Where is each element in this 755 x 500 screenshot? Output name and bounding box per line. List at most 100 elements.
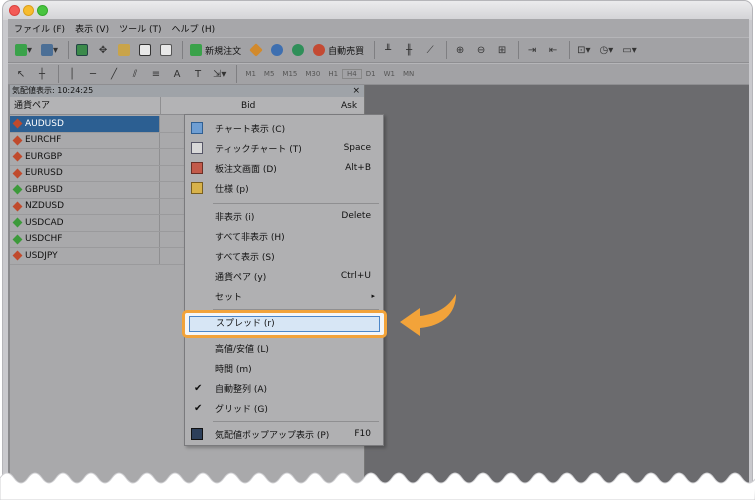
indicators-button[interactable]: ⊡▾	[574, 41, 593, 59]
menu-item-show-chart[interactable]: チャート表示 (C)	[185, 118, 383, 138]
symbol-name: EURUSD	[25, 168, 63, 179]
menu-item-depth-of-market[interactable]: 板注文画面 (D) Alt+B	[185, 158, 383, 178]
timeframe-m5[interactable]: M5	[260, 70, 279, 78]
menu-item-hide-all[interactable]: すべて非表示 (H)	[185, 226, 383, 246]
menu-item-show-all[interactable]: すべて表示 (S)	[185, 246, 383, 266]
menu-item-tick-chart[interactable]: ティックチャート (T) Space	[185, 138, 383, 158]
menu-item-spread[interactable]: スプレッド (r)	[189, 316, 380, 332]
timeframe-m30[interactable]: M30	[301, 70, 324, 78]
menu-item-symbols[interactable]: 通貨ペア (y) Ctrl+U	[185, 266, 383, 286]
new-order-button[interactable]: 新規注文	[187, 41, 244, 59]
signals-button[interactable]	[289, 41, 307, 59]
arrows-button[interactable]: ⇲▾	[210, 65, 229, 83]
price-up-icon	[12, 234, 23, 245]
menu-item-label: 非表示 (i)	[215, 212, 255, 223]
market-watch-button[interactable]	[73, 41, 91, 59]
templates-button[interactable]: ▭▾	[619, 41, 639, 59]
channel-button[interactable]: ⫽	[126, 65, 144, 83]
community-button[interactable]	[268, 41, 286, 59]
line-studies-toolbar: ↖ ┼ │ ─ ╱ ⫽ ≡ A T ⇲▾ M1 M5 M15 M30 H1 H4…	[8, 63, 749, 85]
data-window-button[interactable]	[115, 41, 133, 59]
navigator-button[interactable]: ✥	[94, 41, 112, 59]
crosshair-button[interactable]: ┼	[33, 65, 51, 83]
menu-item-auto-arrange[interactable]: ✔ 自動整列 (A)	[185, 378, 383, 398]
symbol-cell: USDCHF	[10, 231, 160, 247]
tile-windows-button[interactable]: ⊞	[493, 41, 511, 59]
symbol-name: USDCHF	[25, 234, 63, 245]
bar-chart-button[interactable]: ╨	[379, 41, 397, 59]
candlestick-button[interactable]: ╫	[400, 41, 418, 59]
arrows-icon: ⇲▾	[213, 68, 227, 80]
toolbar-separator	[374, 41, 376, 59]
menu-item-label: 高値/安値 (L)	[215, 344, 269, 355]
menu-item-shortcut: Ctrl+U	[340, 271, 371, 281]
auto-trade-button[interactable]: 自動売買	[310, 41, 367, 59]
main-toolbar: ▾ ▾ ✥ 新規注文 自動売買 ╨ ╫ ⟋ ⊕ ⊖ ⊞ ⇥ ⇤ ⊡▾ ◷▾ ▭▾	[8, 37, 749, 63]
trendline-button[interactable]: ╱	[105, 65, 123, 83]
text-icon: A	[173, 68, 181, 80]
timeframe-mn[interactable]: MN	[399, 70, 418, 78]
chart-shift-button[interactable]: ⇤	[544, 41, 562, 59]
cursor-button[interactable]: ↖	[12, 65, 30, 83]
menu-file[interactable]: ファイル (F)	[12, 22, 73, 35]
fibonacci-icon: ≡	[151, 68, 161, 80]
tester-button[interactable]	[157, 41, 175, 59]
indicators-icon: ⊡▾	[577, 44, 591, 56]
check-icon: ✔	[194, 402, 203, 414]
zoom-out-button[interactable]: ⊖	[472, 41, 490, 59]
symbol-cell: NZDUSD	[10, 198, 160, 214]
menu-item-grid[interactable]: ✔ グリッド (G)	[185, 398, 383, 418]
periods-button[interactable]: ◷▾	[597, 41, 617, 59]
check-icon: ✔	[194, 382, 203, 394]
zoom-in-button[interactable]: ⊕	[451, 41, 469, 59]
menu-item-high-low[interactable]: 高値/安値 (L)	[185, 338, 383, 358]
column-bid[interactable]: Bid	[241, 97, 255, 115]
menu-item-popup-prices[interactable]: 気配値ポップアップ表示 (P) F10	[185, 424, 383, 444]
clock-icon: ◷▾	[599, 44, 614, 56]
price-down-icon	[12, 250, 23, 261]
timeframe-m15[interactable]: M15	[278, 70, 301, 78]
horizontal-line-button[interactable]: ─	[84, 65, 102, 83]
profiles-button[interactable]: ▾	[38, 41, 61, 59]
fibonacci-button[interactable]: ≡	[147, 65, 165, 83]
price-down-icon	[12, 151, 23, 162]
new-order-label: 新規注文	[205, 46, 242, 57]
metaeditor-button[interactable]	[247, 41, 265, 59]
market-watch-close-button[interactable]: ×	[352, 85, 360, 97]
line-chart-button[interactable]: ⟋	[421, 41, 439, 59]
menu-help[interactable]: ヘルプ (H)	[170, 22, 224, 35]
vertical-line-button[interactable]: │	[63, 65, 81, 83]
toolbar-separator	[446, 41, 448, 59]
timeframe-h1[interactable]: H1	[324, 70, 342, 78]
timeframe-m1[interactable]: M1	[241, 70, 260, 78]
text-button[interactable]: A	[168, 65, 186, 83]
symbol-name: EURGBP	[25, 151, 63, 162]
zoom-window-button[interactable]	[37, 5, 48, 16]
close-window-button[interactable]	[9, 5, 20, 16]
symbol-cell: USDJPY	[10, 248, 160, 264]
symbol-name: USDCAD	[25, 217, 64, 228]
menu-item-time[interactable]: 時間 (m)	[185, 358, 383, 378]
symbol-cell: GBPUSD	[10, 182, 160, 198]
label-button[interactable]: T	[189, 65, 207, 83]
menu-view[interactable]: 表示 (V)	[73, 22, 117, 35]
auto-trade-icon	[313, 44, 326, 56]
menu-item-specification[interactable]: 仕様 (p)	[185, 178, 383, 198]
column-ask[interactable]: Ask	[341, 97, 357, 115]
menu-item-hide[interactable]: 非表示 (i) Delete	[185, 206, 383, 226]
timeframe-h4[interactable]: H4	[342, 69, 362, 79]
zoom-out-icon: ⊖	[476, 44, 486, 56]
auto-scroll-button[interactable]: ⇥	[523, 41, 541, 59]
menu-item-label: すべて表示 (S)	[215, 252, 275, 263]
timeframe-d1[interactable]: D1	[362, 70, 380, 78]
menu-separator	[213, 421, 379, 422]
menu-tools[interactable]: ツール (T)	[117, 22, 169, 35]
toolbar-separator	[68, 41, 70, 59]
terminal-button[interactable]	[136, 41, 154, 59]
column-pair[interactable]: 通貨ペア	[14, 97, 50, 115]
menu-item-sets[interactable]: セット ▸	[185, 286, 383, 306]
chart-shift-icon: ⇤	[548, 44, 558, 56]
minimize-window-button[interactable]	[23, 5, 34, 16]
timeframe-w1[interactable]: W1	[380, 70, 399, 78]
new-chart-button[interactable]: ▾	[12, 41, 35, 59]
